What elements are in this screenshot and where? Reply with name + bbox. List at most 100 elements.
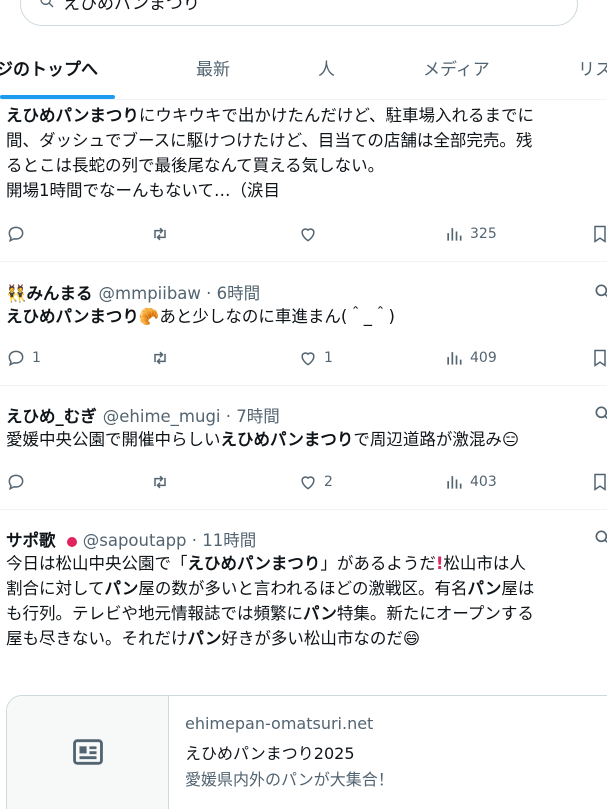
like-count: 1 bbox=[324, 350, 333, 366]
post-text: 間、ダッシュでブースに駆けつけたけど、目当ての店舗は全部完売。残 bbox=[6, 131, 533, 150]
bookmark-button[interactable] bbox=[590, 346, 607, 370]
post-text: 開場1時間でなーんもないて…（涙目 bbox=[6, 181, 281, 200]
grinning-emoji: 😄 bbox=[402, 629, 421, 648]
post[interactable]: えひめ_むぎ @ehime_mugi · 7時間 愛媛中央公園で開催中らしいえひめ… bbox=[0, 386, 607, 510]
author-handle[interactable]: @ehime_mugi · 7時間 bbox=[103, 407, 280, 426]
tab-bar: ジのトップへ 最新 人 メディア リス bbox=[0, 40, 607, 100]
author-handle[interactable]: @mmpiibaw · 6時間 bbox=[99, 284, 261, 303]
more-icon[interactable] bbox=[593, 404, 607, 424]
keyword-highlight: パン bbox=[303, 604, 337, 623]
post-text: 屋の数が多いと言われるほどの激戦区。有名 bbox=[138, 579, 468, 598]
bookmark-icon bbox=[594, 349, 606, 367]
tab-top[interactable]: ジのトップへ bbox=[0, 55, 98, 80]
repost-button[interactable] bbox=[150, 222, 170, 246]
post[interactable]: 👯みんまる @mmpiibaw · 6時間 えひめパンまつり🥐あと少しなのに車進ま… bbox=[0, 262, 607, 386]
post-body: えひめパンまつりにウキウキで出かけたんだけど、駐車場入れるまでに 間、ダッシュで… bbox=[6, 103, 534, 203]
reply-icon bbox=[8, 474, 24, 491]
post-text: 愛媛中央公園で開催中らしい bbox=[6, 430, 221, 449]
heart-icon bbox=[301, 352, 315, 366]
more-icon[interactable] bbox=[593, 282, 607, 302]
reply-icon bbox=[8, 350, 24, 367]
reply-button[interactable] bbox=[6, 222, 26, 246]
post-actions: 1 1 409 bbox=[0, 346, 607, 370]
avatar-emoji: 👯 bbox=[6, 284, 27, 303]
post-text: 特集。新たにオープンする bbox=[336, 604, 534, 623]
reply-count: 1 bbox=[32, 350, 41, 366]
post-text: あと少しなのに車進まん(＾_＾) bbox=[159, 307, 395, 326]
bookmark-icon bbox=[594, 225, 606, 243]
views-count: 409 bbox=[470, 350, 497, 366]
post-text: 」があるようだ bbox=[320, 554, 436, 573]
post-text: るとこは長蛇の列で最後尾なんて買える気しない。 bbox=[6, 156, 385, 175]
post-text: にウキウキで出かけたんだけど、駐車場入れるまでに bbox=[138, 106, 535, 125]
reply-button[interactable]: 1 bbox=[6, 346, 41, 370]
post-text: 割合に対して bbox=[6, 579, 105, 598]
bookmark-button[interactable] bbox=[590, 222, 607, 246]
views-button[interactable]: 409 bbox=[444, 346, 497, 370]
reply-icon bbox=[8, 226, 24, 243]
tab-media[interactable]: メディア bbox=[423, 55, 490, 80]
keyword-highlight: パン bbox=[187, 629, 222, 648]
like-count: 2 bbox=[324, 474, 333, 490]
views-count: 325 bbox=[470, 226, 497, 242]
post-body: えひめパンまつり🥐あと少しなのに車進まん(＾_＾) bbox=[6, 304, 395, 329]
post-body: 今日は松山中央公園で「えひめパンまつり」があるようだ!松山市は人 割合に対してパ… bbox=[6, 551, 534, 651]
bookmark-button[interactable] bbox=[590, 470, 607, 494]
author-name[interactable]: サポ歌 bbox=[6, 531, 56, 550]
search-icon bbox=[40, 0, 54, 8]
post-actions: 2 403 bbox=[0, 470, 607, 494]
tab-indicator bbox=[0, 95, 115, 99]
tab-lists[interactable]: リス bbox=[578, 55, 607, 80]
keyword-highlight: えひめパンまつり bbox=[187, 554, 321, 573]
views-button[interactable]: 325 bbox=[444, 222, 497, 246]
like-button[interactable]: 2 bbox=[298, 470, 333, 494]
author-handle[interactable]: @sapoutapp · 11時間 bbox=[83, 531, 257, 550]
tab-latest[interactable]: 最新 bbox=[196, 55, 230, 80]
heart-icon bbox=[301, 228, 315, 242]
bookmark-icon bbox=[594, 473, 606, 491]
post-text: 屋は bbox=[501, 579, 535, 598]
views-count: 403 bbox=[470, 474, 497, 490]
post-text: 屋も尽きない。それだけ bbox=[6, 629, 188, 648]
post-text: も行列。テレビや地元情報誌では頻繁に bbox=[6, 604, 303, 623]
link-title: えひめパンまつり2025 bbox=[185, 744, 355, 763]
heart-icon bbox=[301, 476, 315, 490]
repost-button[interactable] bbox=[150, 346, 170, 370]
post-header: えひめ_むぎ @ehime_mugi · 7時間 bbox=[6, 403, 280, 427]
more-icon[interactable] bbox=[593, 528, 607, 548]
repost-icon bbox=[154, 475, 166, 489]
tab-people[interactable]: 人 bbox=[318, 55, 335, 80]
post-header: 👯みんまる @mmpiibaw · 6時間 bbox=[6, 280, 260, 304]
link-thumbnail bbox=[7, 696, 169, 809]
views-icon bbox=[447, 228, 462, 241]
post-text: 松山市は人 bbox=[443, 554, 526, 573]
keyword-highlight: えひめパンまつり bbox=[6, 307, 139, 326]
japan-flag-icon bbox=[66, 536, 77, 547]
author-name[interactable]: えひめ_むぎ bbox=[6, 407, 97, 426]
link-preview-card[interactable]: ehimepan-omatsuri.net えひめパンまつり2025 愛媛県内外… bbox=[6, 695, 607, 809]
like-button[interactable]: 1 bbox=[298, 346, 333, 370]
keyword-highlight: パン bbox=[467, 579, 502, 598]
views-button[interactable]: 403 bbox=[444, 470, 497, 494]
post-header: サポ歌 @sapoutapp · 11時間 bbox=[6, 527, 256, 551]
repost-icon bbox=[154, 351, 166, 365]
link-domain: ehimepan-omatsuri.net bbox=[185, 714, 374, 733]
post[interactable]: えひめパンまつりにウキウキで出かけたんだけど、駐車場入れるまでに 間、ダッシュで… bbox=[0, 100, 607, 262]
views-icon bbox=[447, 352, 462, 365]
post-text: で周辺道路が激混み bbox=[353, 430, 502, 449]
search-input[interactable]: えひめパンまつり bbox=[20, 0, 578, 26]
link-description: 愛媛県内外のパンが大集合！ bbox=[185, 770, 394, 789]
repost-button[interactable] bbox=[150, 470, 170, 494]
reply-button[interactable] bbox=[6, 470, 26, 494]
article-icon bbox=[73, 739, 103, 765]
keyword-highlight: えひめパンまつり bbox=[220, 430, 354, 449]
author-name[interactable]: みんまる bbox=[27, 284, 93, 303]
post-text: 今日は松山中央公園で「 bbox=[6, 554, 188, 573]
views-icon bbox=[447, 476, 462, 489]
croissant-emoji: 🥐 bbox=[138, 307, 160, 326]
keyword-highlight: えひめパンまつり bbox=[6, 106, 139, 125]
post-actions: 325 bbox=[0, 222, 607, 246]
post-text: 好きが多い松山市なのだ bbox=[221, 629, 403, 648]
post-body: 愛媛中央公園で開催中らしいえひめパンまつりで周辺道路が激混み😑 bbox=[6, 427, 519, 452]
like-button[interactable] bbox=[298, 222, 318, 246]
